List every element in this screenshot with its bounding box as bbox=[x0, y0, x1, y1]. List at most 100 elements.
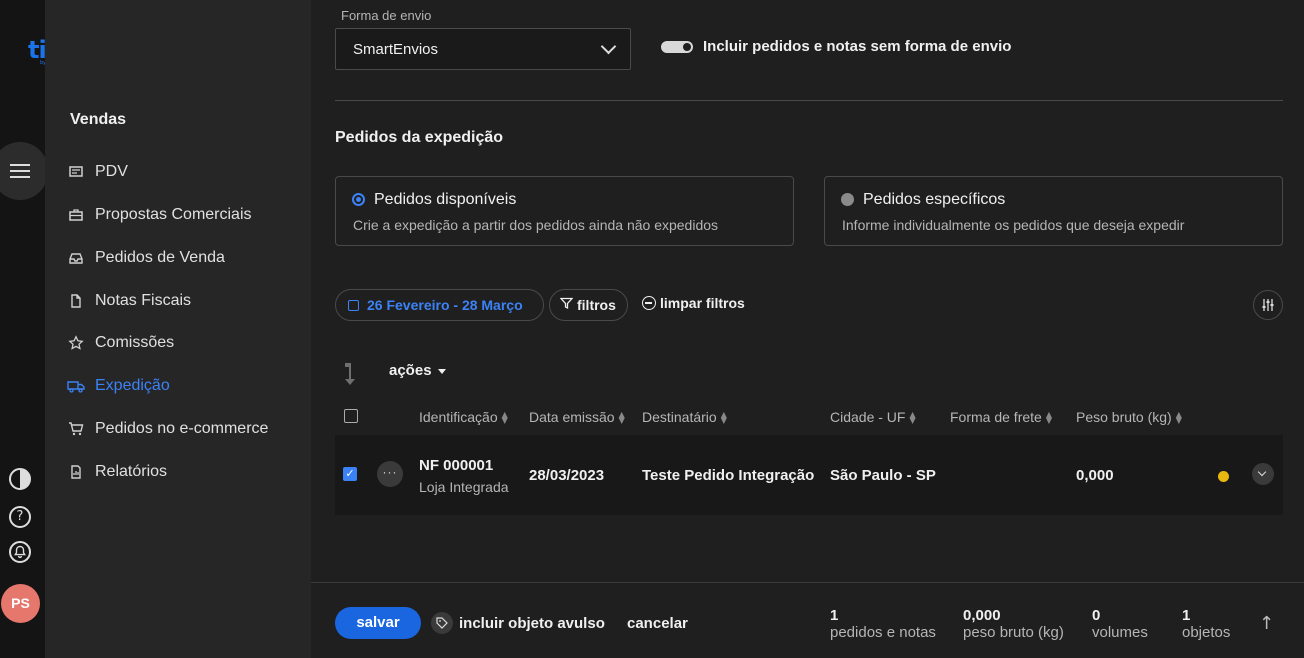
footer-bar: salvar incluir objeto avulso cancelar 1 … bbox=[311, 582, 1304, 658]
calendar-icon bbox=[348, 299, 359, 311]
row-id: NF 000001 bbox=[419, 457, 494, 474]
cancel-button[interactable]: cancelar bbox=[627, 615, 688, 632]
divider bbox=[335, 100, 1283, 101]
actions-label: ações bbox=[389, 362, 432, 379]
column-header[interactable]: Data emissão ▲ ▼ bbox=[529, 409, 625, 425]
status-dot bbox=[1218, 471, 1229, 482]
column-header[interactable]: Forma de frete ▲ ▼ bbox=[950, 409, 1052, 425]
row-city: São Paulo - SP bbox=[830, 467, 936, 484]
star-icon bbox=[67, 334, 85, 352]
briefcase-icon bbox=[67, 206, 85, 224]
sidebar-item-comissoes[interactable]: Comissões bbox=[67, 329, 174, 357]
user-avatar[interactable]: PS bbox=[1, 584, 40, 623]
section-title: Pedidos da expedição bbox=[335, 129, 504, 146]
contrast-icon[interactable] bbox=[9, 468, 31, 490]
document-icon bbox=[67, 292, 85, 310]
sort-icon: ▲ ▼ bbox=[720, 410, 727, 426]
sidebar-item-pedidos-venda[interactable]: Pedidos de Venda bbox=[67, 244, 225, 272]
minus-circle-icon bbox=[642, 296, 656, 310]
select-all-checkbox[interactable] bbox=[344, 409, 358, 423]
stat-volumes: 0 volumes bbox=[1092, 607, 1148, 641]
date-range-label: 26 Fevereiro - 28 Março bbox=[367, 297, 523, 313]
column-settings-button[interactable] bbox=[1253, 290, 1283, 320]
sidebar-item-pedidos-ecommerce[interactable]: Pedidos no e-commerce bbox=[67, 415, 268, 443]
column-header[interactable]: Identificação ▲ ▼ bbox=[419, 409, 508, 425]
clear-filters-button[interactable]: limpar filtros bbox=[642, 295, 745, 311]
more-options-icon[interactable]: ··· bbox=[377, 461, 403, 487]
sidebar-title: Vendas bbox=[70, 111, 127, 128]
column-header[interactable]: Destinatário ▲ ▼ bbox=[642, 409, 727, 425]
sidebar-item-label: Expedição bbox=[95, 377, 170, 394]
shipping-method-select[interactable]: SmartEnvios bbox=[335, 28, 631, 70]
actions-dropdown[interactable]: ações bbox=[389, 362, 446, 379]
sidebar-item-label: Pedidos no e-commerce bbox=[95, 420, 269, 437]
column-header[interactable]: Cidade - UF ▲ ▼ bbox=[830, 409, 916, 425]
help-icon[interactable]: ? bbox=[9, 506, 31, 528]
include-without-shipping-label: Incluir pedidos e notas sem forma de env… bbox=[703, 38, 1012, 55]
row-checkbox[interactable]: ✓ bbox=[343, 467, 357, 481]
filters-label: filtros bbox=[577, 297, 616, 313]
table-header: Identificação ▲ ▼ Data emissão ▲ ▼ Destinatá… bbox=[335, 404, 1283, 430]
sidebar-item-label: Relatórios bbox=[95, 463, 168, 480]
radio-available-orders[interactable]: Pedidos disponíveis Crie a expedição a p… bbox=[335, 176, 794, 246]
save-button[interactable]: salvar bbox=[335, 607, 421, 639]
inbox-icon bbox=[67, 249, 85, 267]
truck-icon bbox=[67, 377, 85, 395]
sort-icon: ▲ ▼ bbox=[618, 410, 625, 426]
stat-label: objetos bbox=[1182, 624, 1231, 641]
date-range-filter[interactable]: 26 Fevereiro - 28 Março bbox=[335, 289, 544, 321]
tag-icon bbox=[431, 612, 453, 634]
column-header[interactable]: Peso bruto (kg) ▲ ▼ bbox=[1076, 409, 1182, 425]
radio-specific-orders[interactable]: Pedidos específicos Informe individualme… bbox=[824, 176, 1283, 246]
pos-icon bbox=[67, 163, 85, 181]
radio-checked-icon bbox=[352, 193, 365, 206]
stat-value: 0 bbox=[1092, 607, 1101, 624]
expand-row-icon[interactable] bbox=[1252, 463, 1274, 485]
chevron-down-icon bbox=[600, 38, 617, 55]
bell-icon[interactable] bbox=[9, 541, 31, 563]
menu-button[interactable] bbox=[0, 142, 48, 200]
filter-icon bbox=[559, 297, 574, 314]
radio-title: Pedidos disponíveis bbox=[374, 191, 517, 208]
radio-description: Informe individualmente os pedidos que d… bbox=[842, 217, 1185, 233]
sidebar-item-label: Comissões bbox=[95, 334, 175, 351]
caret-down-icon bbox=[437, 368, 446, 374]
sidebar-item-notas-fiscais[interactable]: Notas Fiscais bbox=[67, 287, 191, 315]
stat-label: volumes bbox=[1092, 624, 1148, 641]
row-weight: 0,000 bbox=[1076, 467, 1114, 484]
sliders-icon bbox=[1262, 299, 1274, 311]
include-object-button[interactable]: incluir objeto avulso bbox=[431, 612, 605, 634]
radio-description: Crie a expedição a partir dos pedidos ai… bbox=[353, 217, 719, 233]
stat-objects: 1 objetos bbox=[1182, 607, 1230, 641]
sidebar-item-expedicao[interactable]: Expedição bbox=[67, 372, 170, 400]
sort-icon: ▲ ▼ bbox=[909, 410, 916, 426]
sidebar-item-propostas[interactable]: Propostas Comerciais bbox=[67, 201, 252, 229]
cart-icon bbox=[67, 420, 85, 438]
stat-label: pedidos e notas bbox=[830, 624, 936, 641]
include-without-shipping-toggle[interactable] bbox=[661, 41, 693, 53]
filters-button[interactable]: filtros bbox=[549, 289, 628, 321]
sidebar-item-label: Pedidos de Venda bbox=[95, 249, 225, 266]
sidebar-item-label: Notas Fiscais bbox=[95, 292, 192, 309]
row-date: 28/03/2023 bbox=[529, 467, 605, 484]
stat-orders: 1 pedidos e notas bbox=[830, 607, 936, 641]
shipping-method-label: Forma de envio bbox=[341, 8, 432, 23]
main-content: Forma de envio SmartEnvios Incluir pedid… bbox=[311, 0, 1304, 658]
stat-value: 1 bbox=[1182, 607, 1191, 624]
sidebar-item-relatorios[interactable]: Relatórios bbox=[67, 458, 167, 486]
report-icon bbox=[67, 463, 85, 481]
table-row[interactable]: ✓ ··· NF 000001 Loja Integrada 28/03/202… bbox=[335, 435, 1283, 515]
sidebar-item-label: PDV bbox=[95, 163, 128, 180]
stat-label: peso bruto (kg) bbox=[963, 624, 1064, 641]
include-object-label: incluir objeto avulso bbox=[459, 614, 605, 632]
stat-value: 0,000 bbox=[963, 607, 1001, 624]
sort-icon: ▲ ▼ bbox=[501, 410, 508, 426]
bulk-arrow-icon bbox=[345, 363, 355, 385]
shipping-method-value: SmartEnvios bbox=[353, 40, 439, 58]
sidebar-item-pdv[interactable]: PDV bbox=[67, 158, 128, 186]
stat-weight: 0,000 peso bruto (kg) bbox=[963, 607, 1064, 641]
row-recipient: Teste Pedido Integração bbox=[642, 467, 815, 484]
clear-filters-label: limpar filtros bbox=[660, 295, 745, 311]
radio-unchecked-icon bbox=[841, 193, 854, 206]
scroll-top-icon[interactable]: ↑ bbox=[1259, 613, 1274, 634]
